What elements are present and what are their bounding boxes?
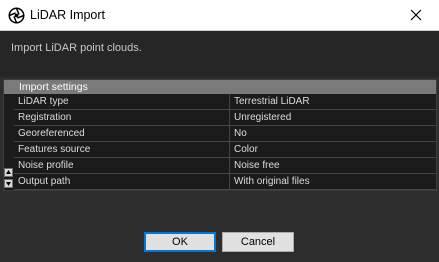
property-value[interactable]: Terrestrial LiDAR (230, 94, 437, 109)
property-name: LiDAR type (14, 94, 230, 109)
property-row-output-path[interactable]: Output path With original files (14, 174, 437, 190)
property-value[interactable]: No (230, 126, 437, 141)
property-name: Noise profile (14, 158, 230, 173)
property-name: Output path (14, 174, 230, 189)
move-down-button[interactable] (4, 179, 13, 188)
move-up-button[interactable] (4, 168, 13, 177)
property-row-noise-profile[interactable]: Noise profile Noise free (14, 158, 437, 174)
aperture-icon (8, 7, 25, 24)
ok-button[interactable]: OK (144, 232, 216, 252)
property-row-registration[interactable]: Registration Unregistered (14, 110, 437, 126)
property-name: Registration (14, 110, 230, 125)
description-text: Import LiDAR point clouds. (11, 42, 142, 54)
window-title: LiDAR Import (30, 8, 106, 22)
property-row-lidar-type[interactable]: LiDAR type Terrestrial LiDAR (14, 94, 437, 110)
import-settings-grid: Import settings LiDAR type Terrestrial L… (3, 79, 437, 191)
property-value[interactable]: Noise free (230, 158, 437, 173)
cancel-button[interactable]: Cancel (222, 232, 294, 252)
property-value[interactable]: With original files (230, 174, 437, 189)
property-row-georeferenced[interactable]: Georeferenced No (14, 126, 437, 142)
settings-category-header: Import settings (4, 80, 436, 94)
dialog-window: LiDAR Import Import LiDAR point clouds. … (0, 0, 439, 262)
close-button[interactable] (393, 0, 439, 30)
close-icon (410, 9, 422, 21)
property-name: Georeferenced (14, 126, 230, 141)
property-value[interactable]: Unregistered (230, 110, 437, 125)
property-value[interactable]: Color (230, 142, 437, 157)
settings-category-title: Import settings (19, 81, 88, 93)
title-bar: LiDAR Import (0, 0, 439, 31)
arrow-up-icon (6, 170, 11, 174)
arrow-down-icon (6, 182, 11, 186)
property-name: Features source (14, 142, 230, 157)
description-area: Import LiDAR point clouds. (0, 31, 439, 77)
property-row-features-source[interactable]: Features source Color (14, 142, 437, 158)
